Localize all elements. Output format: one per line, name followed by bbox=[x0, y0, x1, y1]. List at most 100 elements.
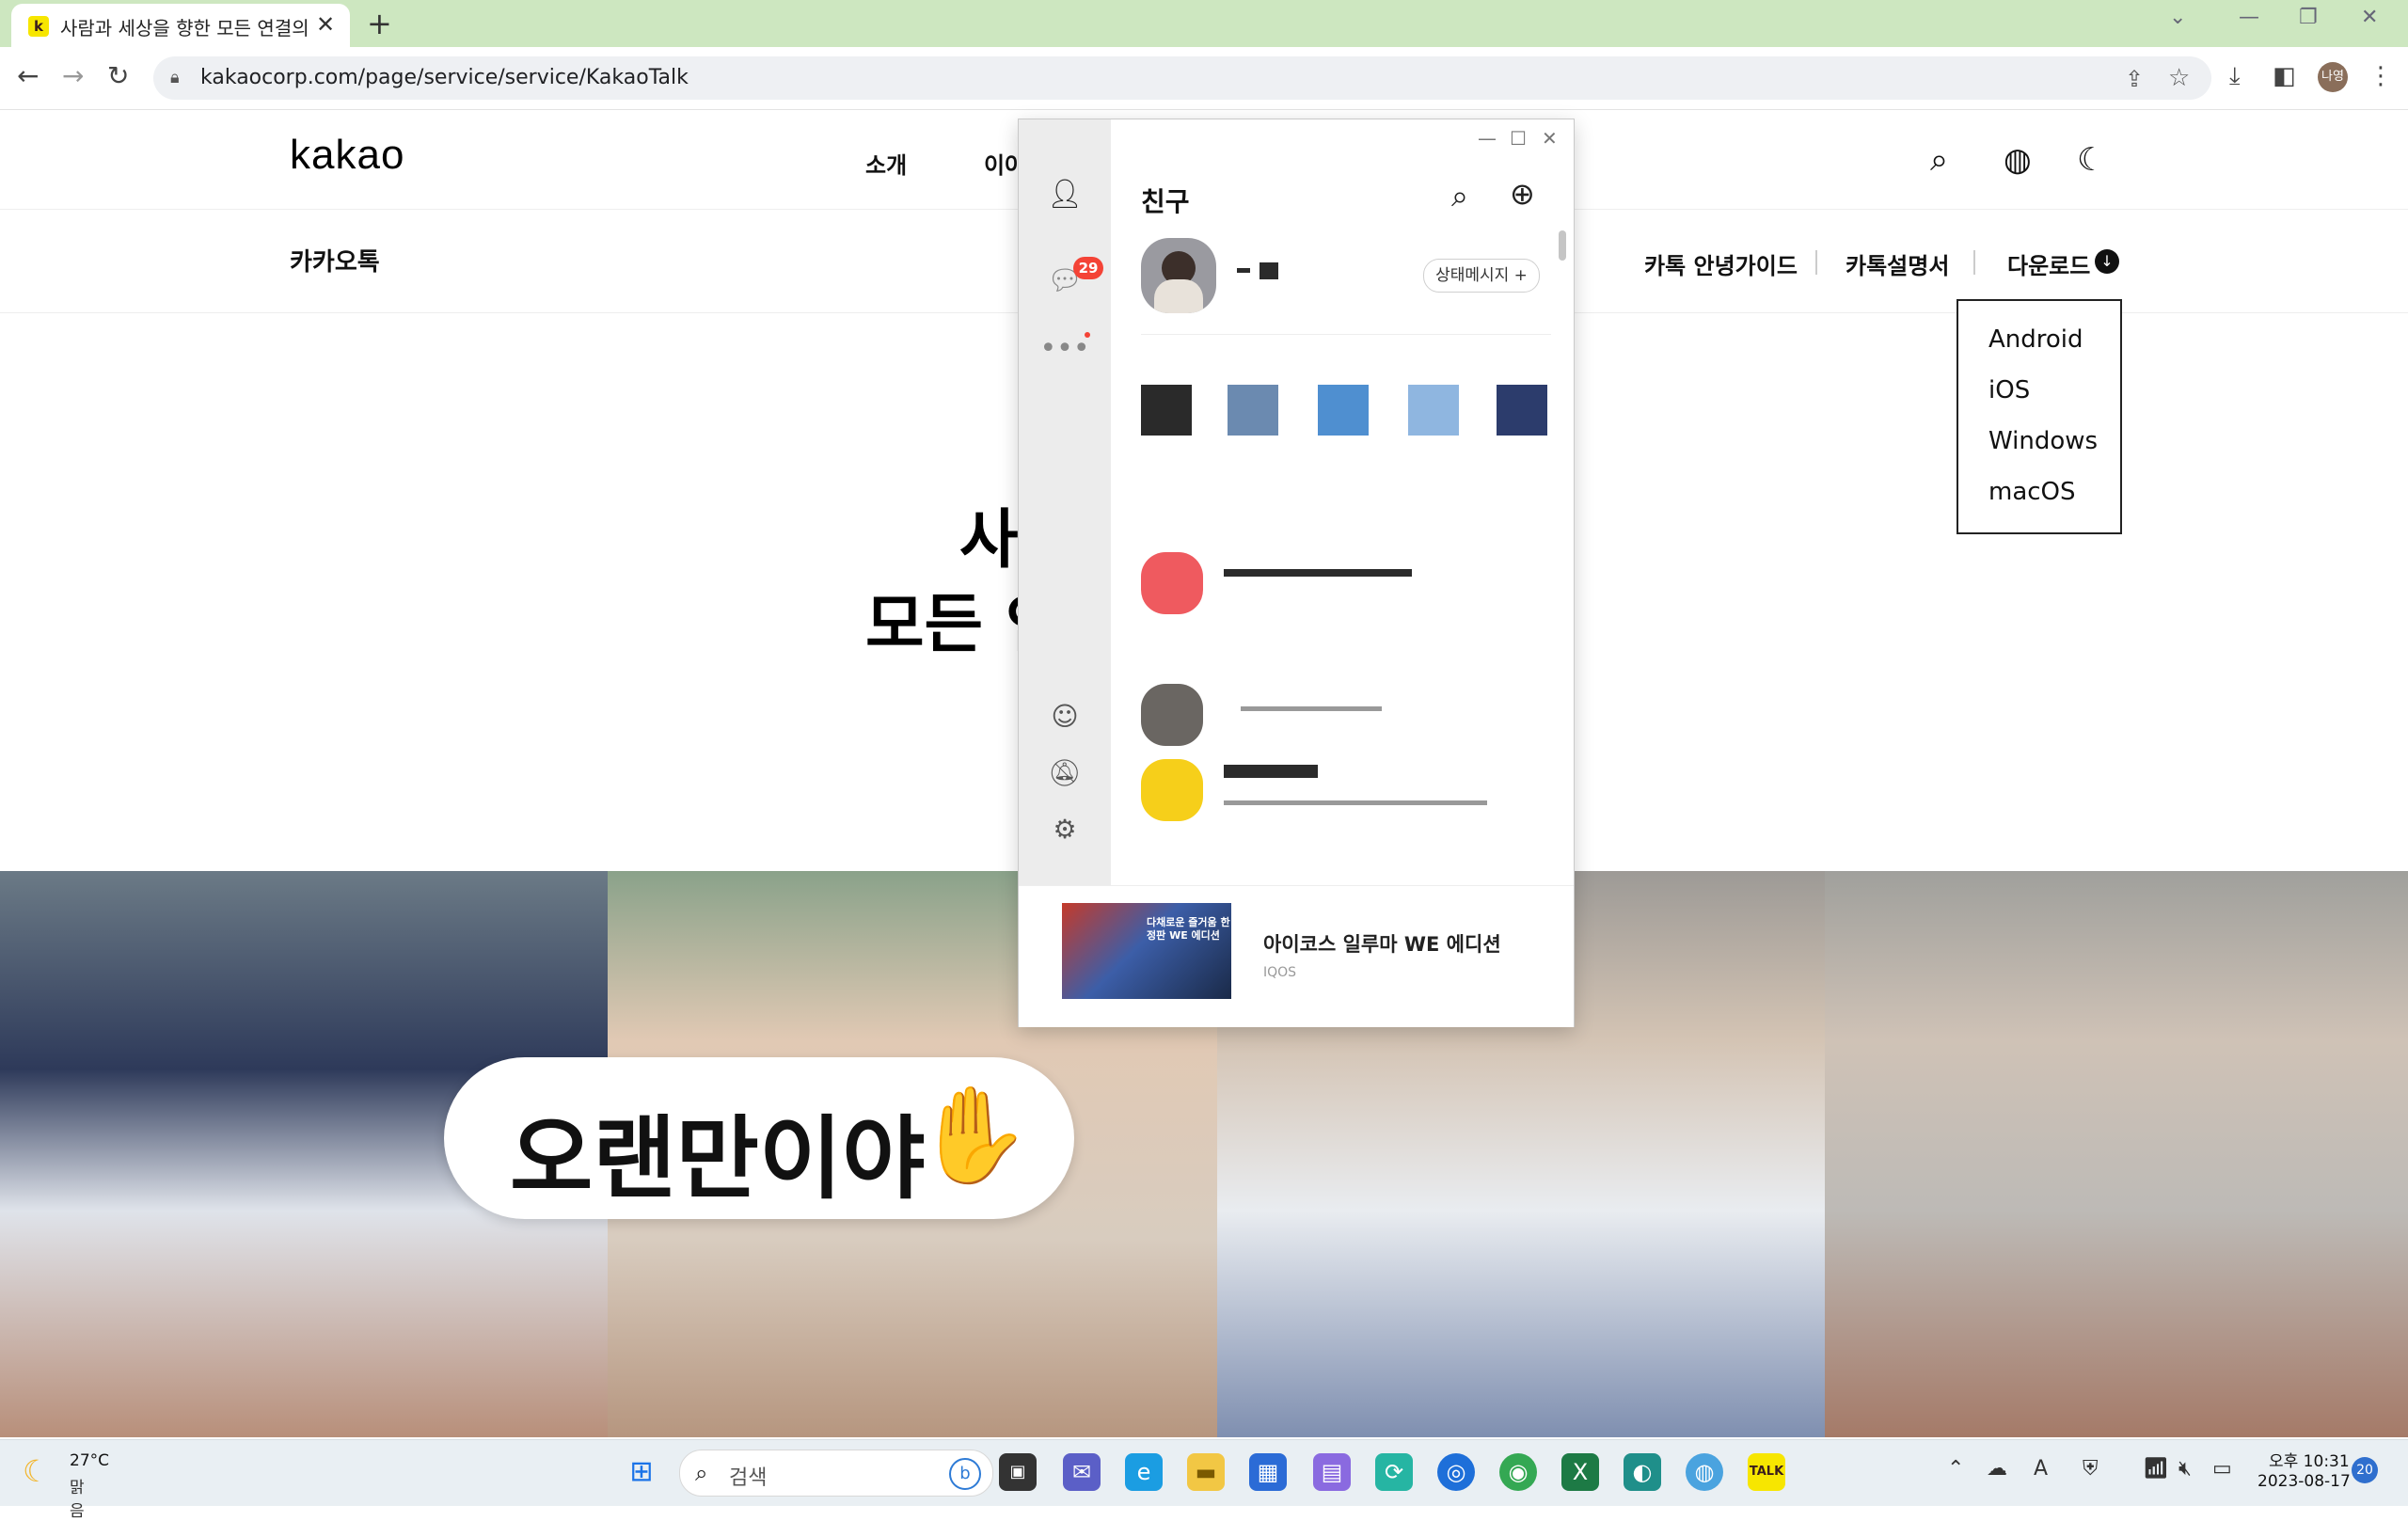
share-icon[interactable]: ⇪ bbox=[2125, 66, 2144, 92]
browser-tab[interactable]: k 사람과 세상을 향한 모든 연결의 ✕ bbox=[11, 4, 350, 47]
notification-bell-icon[interactable]: 🔕︎ bbox=[1019, 757, 1111, 788]
divider bbox=[1973, 250, 1975, 275]
add-friend-icon[interactable]: ⊕ bbox=[1510, 176, 1535, 212]
globe-app-icon[interactable]: ◍ bbox=[1686, 1453, 1723, 1491]
ad-sponsor: IQOS bbox=[1263, 965, 1297, 980]
ad-title[interactable]: 아이코스 일루마 WE 에디션 bbox=[1263, 929, 1501, 958]
reload-icon[interactable]: ↻ bbox=[107, 60, 129, 91]
kt-minimize-icon[interactable]: — bbox=[1478, 127, 1497, 150]
minimize-window-icon[interactable]: — bbox=[2239, 6, 2259, 29]
my-profile-avatar[interactable] bbox=[1141, 238, 1216, 313]
download-link[interactable]: 다운로드 bbox=[2007, 247, 2090, 280]
chrome-icon[interactable]: ◉ bbox=[1499, 1453, 1537, 1491]
manual-link[interactable]: 카톡설명서 bbox=[1846, 247, 1949, 280]
guide-link[interactable]: 카톡 안녕가이드 bbox=[1644, 247, 1798, 280]
profile-avatar[interactable]: 나영 bbox=[2318, 62, 2348, 92]
friend-search-icon[interactable]: ⌕ bbox=[1451, 178, 1468, 214]
forward-arrow-icon[interactable]: → bbox=[62, 60, 84, 91]
kt-maximize-icon[interactable]: ☐ bbox=[1510, 127, 1527, 150]
address-bar[interactable]: 🔒︎ kakaocorp.com/page/service/service/Ka… bbox=[153, 56, 2211, 100]
avatar-figure bbox=[1154, 279, 1203, 313]
notification-count[interactable]: 20 bbox=[2352, 1457, 2378, 1483]
kakaotalk-window: 👤︎ 💬︎ 29 ••• ☺ 🔕︎ ⚙ — ☐ ✕ 친구 ⌕ ⊕ 상태메시지 +… bbox=[1018, 119, 1575, 1027]
redacted-name bbox=[1224, 569, 1412, 577]
status-message-button[interactable]: 상태메시지 + bbox=[1423, 259, 1540, 293]
bubble-text: 오랜만이야 bbox=[510, 1106, 926, 1212]
excel-icon[interactable]: X bbox=[1561, 1453, 1599, 1491]
download-arrow-icon[interactable]: ↓ bbox=[2095, 249, 2119, 274]
more-dots-icon[interactable]: ••• bbox=[1019, 332, 1111, 365]
lock-icon[interactable]: 🔒︎ bbox=[170, 68, 180, 87]
close-window-icon[interactable]: ✕ bbox=[2361, 6, 2378, 29]
friend-avatar[interactable] bbox=[1141, 759, 1203, 821]
redacted-status bbox=[1224, 800, 1487, 805]
moon-icon: ☾ bbox=[23, 1453, 50, 1489]
scrollbar-thumb[interactable] bbox=[1559, 230, 1566, 261]
friend-avatar[interactable] bbox=[1141, 385, 1192, 436]
app-icon[interactable]: ▤ bbox=[1313, 1453, 1351, 1491]
new-tab-icon[interactable]: + bbox=[367, 6, 392, 41]
gnb-item-intro[interactable]: 소개 bbox=[865, 147, 907, 180]
clock-time[interactable]: 오후 10:31 bbox=[2269, 1448, 2350, 1471]
redacted-name bbox=[1241, 706, 1382, 711]
redacted-name bbox=[1224, 765, 1318, 778]
restore-window-icon[interactable]: ❐ bbox=[2299, 6, 2318, 29]
settings-gear-icon[interactable]: ⚙ bbox=[1019, 814, 1111, 845]
taskbar: ☾ 27°C 맑음 ⊞ ⌕ 검색 b ▣ ✉ e ▬ ▦ ▤ ⟳ ◎ ◉ X ◐… bbox=[0, 1439, 2408, 1521]
download-android[interactable]: Android bbox=[1988, 325, 2083, 354]
ad-banner[interactable]: 다채로운 즐거움 한정판 WE 에디션 아이코스 일루마 WE 에디션 IQOS bbox=[1019, 885, 1574, 1027]
kakaotalk-taskbar-icon[interactable]: TALK bbox=[1748, 1453, 1785, 1491]
menu-kebab-icon[interactable]: ⋮ bbox=[2368, 62, 2393, 90]
ad-image-text: 다채로운 즐거움 한정판 WE 에디션 bbox=[1147, 916, 1230, 942]
search-placeholder: 검색 bbox=[729, 1466, 768, 1490]
ms-store-icon[interactable]: ▦ bbox=[1249, 1453, 1287, 1491]
emoticon-icon[interactable]: ☺ bbox=[1019, 701, 1111, 732]
redacted-name bbox=[1237, 268, 1250, 273]
friend-avatar[interactable] bbox=[1408, 385, 1459, 436]
dark-mode-moon-icon[interactable]: ☾ bbox=[2077, 141, 2105, 179]
ad-image[interactable]: 다채로운 즐거움 한정판 WE 에디션 bbox=[1062, 903, 1231, 999]
download-ios[interactable]: iOS bbox=[1988, 376, 2030, 404]
kt-close-icon[interactable]: ✕ bbox=[1542, 127, 1558, 150]
app-icon[interactable]: ◐ bbox=[1624, 1453, 1661, 1491]
circle-app-icon[interactable]: ◎ bbox=[1437, 1453, 1475, 1491]
bookmark-star-icon[interactable]: ☆ bbox=[2168, 64, 2190, 92]
url-text[interactable]: kakaocorp.com/page/service/service/Kakao… bbox=[200, 66, 689, 89]
task-view-icon[interactable]: ▣ bbox=[999, 1453, 1037, 1491]
friend-avatar[interactable] bbox=[1228, 385, 1278, 436]
back-arrow-icon[interactable]: ← bbox=[17, 60, 39, 91]
friend-avatar[interactable] bbox=[1497, 385, 1547, 436]
taskbar-search[interactable]: ⌕ 검색 b bbox=[679, 1450, 993, 1497]
security-icon[interactable]: ⛨ bbox=[2083, 1457, 2099, 1481]
friends-person-icon[interactable]: 👤︎ bbox=[1019, 178, 1111, 211]
download-dropdown: Android iOS Windows macOS bbox=[1956, 299, 2122, 534]
onedrive-icon[interactable]: ☁ bbox=[1987, 1457, 2007, 1481]
ime-icon[interactable]: A bbox=[2034, 1457, 2048, 1481]
download-macos[interactable]: macOS bbox=[1988, 478, 2076, 506]
side-panel-icon[interactable]: ◧ bbox=[2273, 62, 2296, 90]
windows-start-icon[interactable]: ⊞ bbox=[623, 1453, 660, 1491]
tray-chevron-icon[interactable]: ⌃ bbox=[1947, 1457, 1964, 1481]
download-icon[interactable]: ⤓ bbox=[2229, 62, 2241, 91]
friend-avatar[interactable] bbox=[1141, 552, 1203, 614]
teams-chat-icon[interactable]: ✉ bbox=[1063, 1453, 1101, 1491]
edge-icon[interactable]: e bbox=[1125, 1453, 1163, 1491]
kakao-logo[interactable]: kakao bbox=[290, 132, 404, 179]
browser-tab-strip: k 사람과 세상을 향한 모든 연결의 ✕ + ⌄ — ❐ ✕ bbox=[0, 0, 2408, 47]
download-windows[interactable]: Windows bbox=[1988, 427, 2098, 455]
friend-avatar[interactable] bbox=[1141, 684, 1203, 746]
sync-app-icon[interactable]: ⟳ bbox=[1375, 1453, 1413, 1491]
clock-date[interactable]: 2023-08-17 bbox=[2258, 1472, 2351, 1491]
friend-avatar[interactable] bbox=[1318, 385, 1369, 436]
battery-icon[interactable]: ▭ bbox=[2212, 1457, 2232, 1481]
tab-close-icon[interactable]: ✕ bbox=[316, 11, 335, 38]
globe-icon[interactable]: ◍ bbox=[2004, 141, 2032, 179]
bing-icon[interactable]: b bbox=[949, 1458, 981, 1490]
tab-search-chevron-icon[interactable]: ⌄ bbox=[2169, 6, 2186, 29]
search-icon[interactable]: ⌕ bbox=[1930, 141, 1948, 179]
wifi-icon[interactable]: 📶︎ bbox=[2143, 1457, 2169, 1481]
friends-title: 친구 bbox=[1141, 186, 1190, 217]
kakaotalk-sidebar: 👤︎ 💬︎ 29 ••• ☺ 🔕︎ ⚙ bbox=[1019, 119, 1111, 885]
speaker-muted-icon[interactable]: 🔇︎ bbox=[2178, 1457, 2192, 1481]
file-explorer-icon[interactable]: ▬ bbox=[1187, 1453, 1225, 1491]
